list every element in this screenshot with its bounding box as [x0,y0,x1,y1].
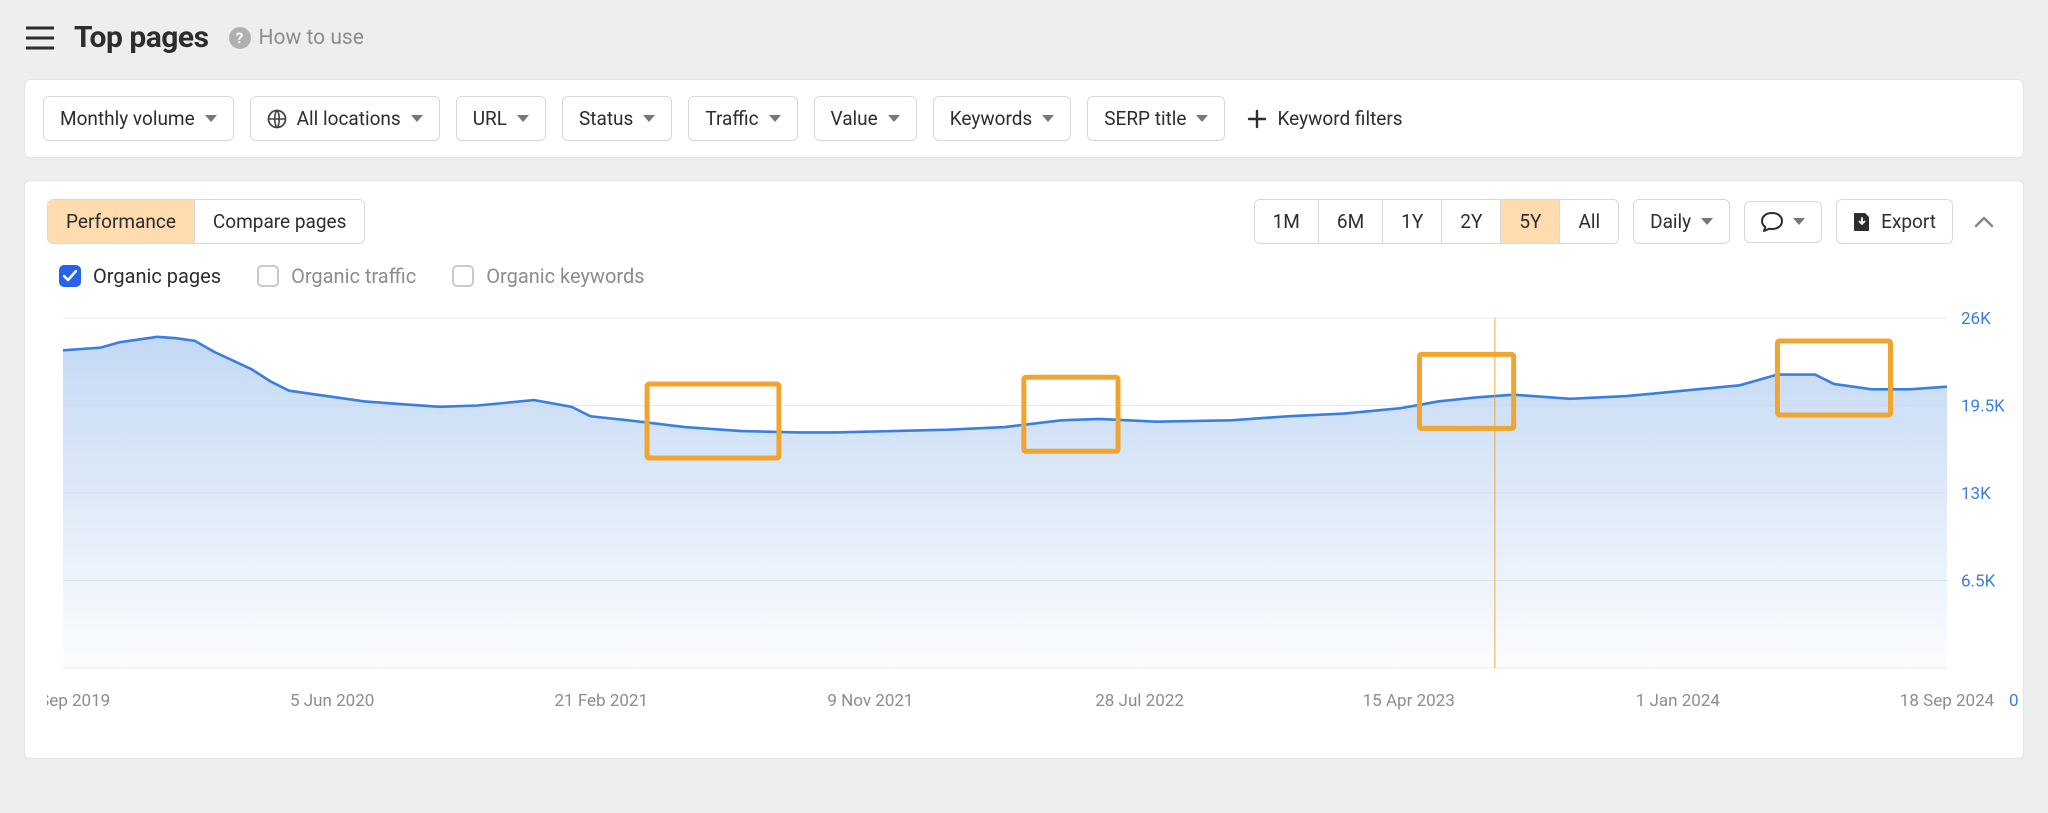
checkbox-organic-keywords[interactable]: Organic keywords [452,264,644,288]
tab-compare-pages[interactable]: Compare pages [195,200,364,243]
speech-bubble-icon [1761,212,1783,232]
svg-text:28 Jul 2022: 28 Jul 2022 [1095,691,1184,711]
download-icon [1853,212,1871,232]
filter-monthly-volume[interactable]: Monthly volume [43,96,234,141]
checkbox-label: Organic traffic [291,264,416,288]
export-label: Export [1881,210,1936,233]
chevron-up-icon [1974,215,1994,229]
filter-label: SERP title [1104,107,1186,130]
filter-label: All locations [297,107,401,130]
plus-icon [1247,109,1267,129]
filter-traffic[interactable]: Traffic [688,96,797,141]
filter-url[interactable]: URL [456,96,546,141]
keyword-filters-button[interactable]: Keyword filters [1241,97,1408,140]
chevron-down-icon [643,115,655,122]
svg-text:1 Jan 2024: 1 Jan 2024 [1636,691,1721,711]
range-6m[interactable]: 6M [1319,200,1383,243]
chevron-down-icon [1701,218,1713,225]
range-1m[interactable]: 1M [1255,200,1319,243]
granularity-select[interactable]: Daily [1633,199,1730,244]
svg-text:21 Feb 2021: 21 Feb 2021 [555,691,649,711]
filter-keywords[interactable]: Keywords [933,96,1072,141]
organic-pages-chart: 6.5K 13K 19.5K 26K 18 Sep 2019 5 Jun 2020 21 F… [47,308,2027,728]
collapse-button[interactable] [1967,205,2001,239]
svg-text:15 Apr 2023: 15 Apr 2023 [1363,691,1455,711]
svg-text:26K: 26K [1961,309,1991,329]
filter-label: Traffic [705,107,758,130]
svg-text:6.5K: 6.5K [1961,572,1996,592]
export-button[interactable]: Export [1836,199,1953,244]
page-title: Top pages [74,20,209,55]
filter-label: Keyword filters [1277,107,1402,130]
checkbox-organic-traffic[interactable]: Organic traffic [257,264,416,288]
chevron-down-icon [1793,218,1805,225]
chevron-down-icon [769,115,781,122]
filter-label: Value [831,107,878,130]
chart-panel: Performance Compare pages 1M 6M 1Y 2Y 5Y… [24,180,2024,759]
svg-text:18 Sep 2024: 18 Sep 2024 [1900,691,1995,711]
chevron-down-icon [517,115,529,122]
filter-label: Status [579,107,633,130]
help-icon: ? [229,27,251,49]
chevron-down-icon [411,115,423,122]
checkbox-box [257,265,279,287]
checkbox-box [452,265,474,287]
filter-label: Monthly volume [60,107,195,130]
filters-bar: Monthly volume All locations URL Status … [24,79,2024,158]
globe-icon [267,109,287,129]
filter-label: Keywords [950,107,1033,130]
svg-text:13K: 13K [1961,484,1991,504]
filter-status[interactable]: Status [562,96,672,141]
chevron-down-icon [1196,115,1208,122]
filter-label: URL [473,107,507,130]
svg-text:5 Jun 2020: 5 Jun 2020 [290,691,374,711]
filter-serp-title[interactable]: SERP title [1087,96,1225,141]
filter-locations[interactable]: All locations [250,96,440,141]
checkbox-label: Organic pages [93,264,221,288]
svg-text:9 Nov 2021: 9 Nov 2021 [827,691,913,711]
checkbox-box [59,265,81,287]
range-all[interactable]: All [1560,200,1618,243]
chevron-down-icon [1042,115,1054,122]
svg-text:19.5K: 19.5K [1961,397,2005,417]
filter-value[interactable]: Value [814,96,917,141]
tab-performance[interactable]: Performance [48,200,195,243]
chart-area: 6.5K13K19.5K26K18 Sep 20195 Jun 202021 F… [47,308,2001,728]
hamburger-icon[interactable] [26,26,54,50]
svg-text:0: 0 [2009,691,2019,711]
chevron-down-icon [205,115,217,122]
range-2y[interactable]: 2Y [1442,200,1501,243]
chevron-down-icon [888,115,900,122]
annotate-button[interactable] [1744,201,1822,243]
granularity-label: Daily [1650,210,1691,233]
help-label: How to use [259,26,364,50]
range-5y[interactable]: 5Y [1501,200,1560,243]
how-to-use-link[interactable]: ? How to use [229,26,364,50]
svg-text:18 Sep 2019: 18 Sep 2019 [47,691,110,711]
checkbox-organic-pages[interactable]: Organic pages [59,264,221,288]
checkbox-label: Organic keywords [486,264,644,288]
view-tabs: Performance Compare pages [47,199,365,244]
time-range-group: 1M 6M 1Y 2Y 5Y All [1254,199,1619,244]
range-1y[interactable]: 1Y [1383,200,1442,243]
